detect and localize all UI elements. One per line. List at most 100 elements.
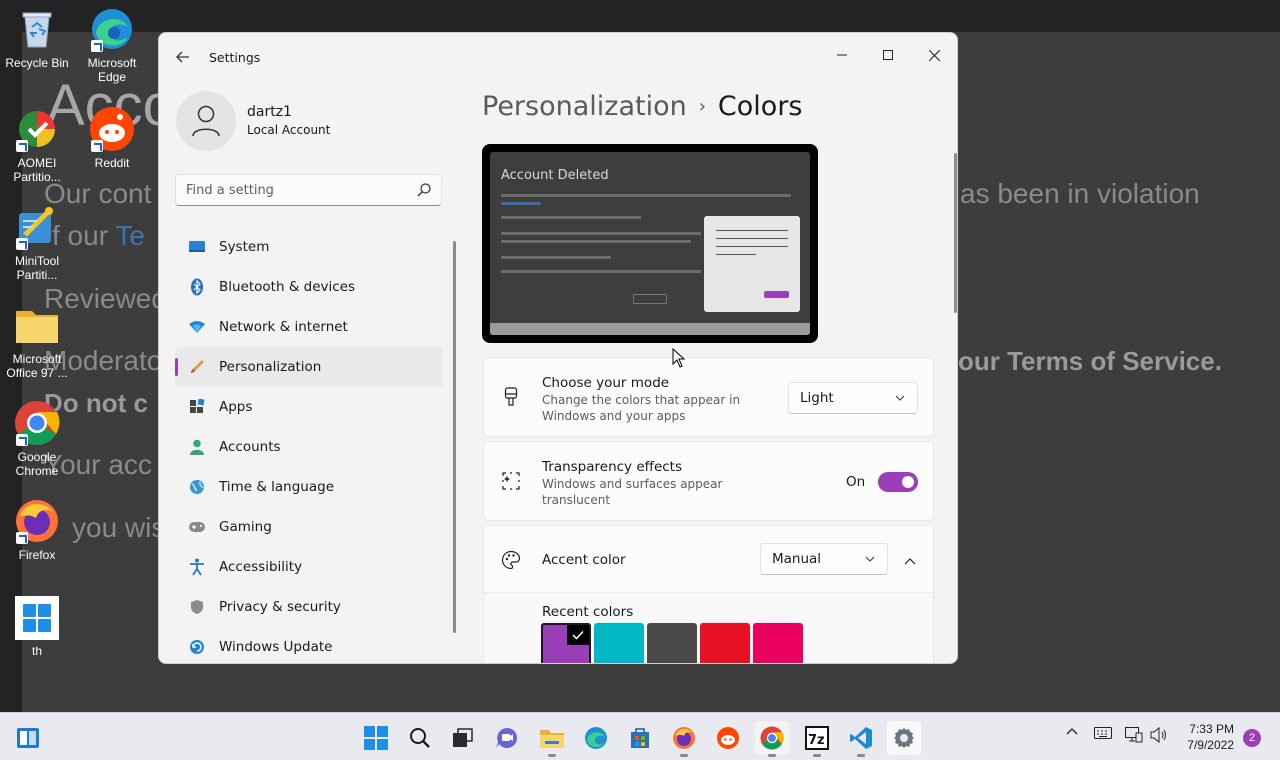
search-box[interactable] [175, 174, 442, 206]
close-button[interactable] [911, 39, 957, 71]
user-name: dartz1 [247, 104, 292, 120]
chevron-up-icon [904, 558, 916, 565]
sidebar-item-accounts[interactable]: Accounts [175, 427, 443, 467]
taskbar-store[interactable] [623, 721, 657, 755]
sidebar-item-accessibility[interactable]: Accessibility [175, 547, 443, 587]
back-button[interactable] [173, 47, 193, 67]
desktop-icon-chrome[interactable]: Google Chrome [0, 400, 74, 478]
maximize-button[interactable] [865, 39, 911, 71]
sidebar-item-gaming[interactable]: Gaming [175, 507, 443, 547]
transparency-icon [501, 471, 521, 491]
preview-button [633, 294, 667, 304]
sidebar-item-windows-update[interactable]: Windows Update [175, 627, 443, 663]
system-icon [187, 237, 207, 257]
desktop-icon-reddit[interactable]: Reddit [75, 106, 149, 170]
network-tray[interactable] [1125, 727, 1143, 743]
store-icon [631, 728, 649, 748]
preview-window [704, 216, 800, 312]
task-view-button[interactable] [446, 721, 480, 755]
firefox-icon [673, 727, 695, 749]
sidebar-item-network[interactable]: Network & internet [175, 307, 443, 347]
sidebar-item-bluetooth[interactable]: Bluetooth & devices [175, 267, 443, 307]
svg-text:7z: 7z [808, 733, 825, 748]
desktop-icon-folder[interactable]: Microsoft Office 97 ... [0, 302, 74, 380]
taskbar-firefox[interactable] [667, 721, 701, 757]
search-icon [410, 728, 430, 748]
taskbar-settings[interactable] [887, 721, 921, 755]
taskbar-file-explorer[interactable] [535, 721, 569, 757]
volume-tray[interactable] [1150, 727, 1168, 743]
recent-color-swatch[interactable] [647, 623, 697, 663]
transparency-toggle[interactable] [878, 472, 918, 492]
folder-icon [14, 302, 60, 348]
taskbar-edge[interactable] [579, 721, 613, 755]
recent-color-swatch[interactable] [753, 623, 803, 663]
desktop-icon-minitool[interactable]: MiniTool Partiti... [0, 204, 74, 282]
search-input[interactable] [176, 175, 396, 205]
desktop-icon-th[interactable]: th [0, 596, 74, 658]
recent-color-swatch[interactable] [700, 623, 750, 663]
clock-time: 7:33 PM [1189, 722, 1234, 736]
wallpaper-text: as been in violation [960, 178, 1200, 209]
show-hidden-icons-button[interactable] [1066, 727, 1078, 735]
minimize-icon [837, 54, 847, 56]
chat-button[interactable] [490, 721, 524, 755]
transparency-card: Transparency effects Windows and surface… [483, 441, 934, 521]
update-icon [187, 637, 207, 657]
preview-title: Account Deleted [501, 168, 609, 183]
taskbar-search-button[interactable] [403, 721, 437, 755]
desktop-icon-label: Google Chrome [15, 450, 59, 478]
edge-icon [89, 6, 135, 52]
transparency-description: Windows and surfaces appear translucent [542, 477, 723, 507]
apps-icon [187, 397, 207, 417]
chevron-down-icon [865, 556, 875, 562]
sidebar-item-personalization[interactable]: Personalization [175, 347, 443, 387]
desktop-icon-label: MiniTool Partiti... [14, 254, 59, 282]
chevron-up-icon [1066, 728, 1078, 735]
breadcrumb-parent[interactable]: Personalization [482, 91, 687, 122]
taskbar-vscode[interactable] [844, 721, 878, 757]
preview-text-line [501, 270, 701, 273]
keyboard-tray[interactable] [1094, 727, 1112, 739]
taskbar-7zip[interactable]: 7z [800, 721, 834, 757]
recent-color-swatch[interactable] [594, 623, 644, 663]
chrome-icon [760, 726, 784, 750]
wallpaper-text: you wis [72, 512, 166, 543]
preview-accent-button [764, 291, 789, 298]
title-bar[interactable]: Settings [159, 33, 957, 81]
notification-badge[interactable]: 2 [1243, 729, 1261, 747]
taskbar-reddit[interactable] [711, 721, 745, 755]
desktop-icon-label: Microsoft Edge [87, 56, 137, 84]
windows-logo-icon [15, 596, 59, 640]
sidebar-item-apps[interactable]: Apps [175, 387, 443, 427]
search-icon[interactable] [417, 183, 431, 197]
minimize-button[interactable] [819, 39, 865, 71]
sidebar-item-time-language[interactable]: Time & language [175, 467, 443, 507]
desktop-icon-edge[interactable]: Microsoft Edge [75, 6, 149, 84]
clock[interactable]: 7:33 PM 7/9/2022 [1180, 721, 1234, 753]
7zip-icon: 7z [805, 726, 829, 750]
start-button[interactable] [359, 721, 393, 755]
start-icon [364, 726, 388, 750]
mode-dropdown[interactable]: Light [788, 382, 918, 414]
desktop-icon-label: AOMEI Partitio... [13, 156, 61, 184]
accent-dropdown[interactable]: Manual [760, 543, 888, 575]
back-arrow-icon [176, 51, 189, 63]
breadcrumb-separator: › [698, 96, 706, 117]
vscode-icon [850, 727, 872, 749]
desktop-icon-recycle-bin[interactable]: Recycle Bin [0, 6, 74, 70]
collapse-accent-button[interactable] [898, 550, 922, 574]
mode-title: Choose your mode [542, 375, 670, 391]
firefox-icon [14, 498, 60, 544]
taskbar-chrome[interactable] [755, 721, 789, 757]
sidebar-item-system[interactable]: System [175, 227, 443, 267]
avatar[interactable] [176, 91, 236, 151]
content-scrollbar[interactable] [954, 153, 957, 313]
sidebar-scrollbar[interactable] [453, 241, 456, 633]
chrome-icon [14, 400, 60, 446]
show-desktop-widget[interactable] [11, 721, 45, 755]
desktop-icon-firefox[interactable]: Firefox [0, 498, 74, 562]
sidebar-item-privacy-security[interactable]: Privacy & security [175, 587, 443, 627]
desktop-icon-aomei[interactable]: AOMEI Partitio... [0, 106, 74, 184]
recent-color-swatch[interactable] [541, 623, 591, 663]
